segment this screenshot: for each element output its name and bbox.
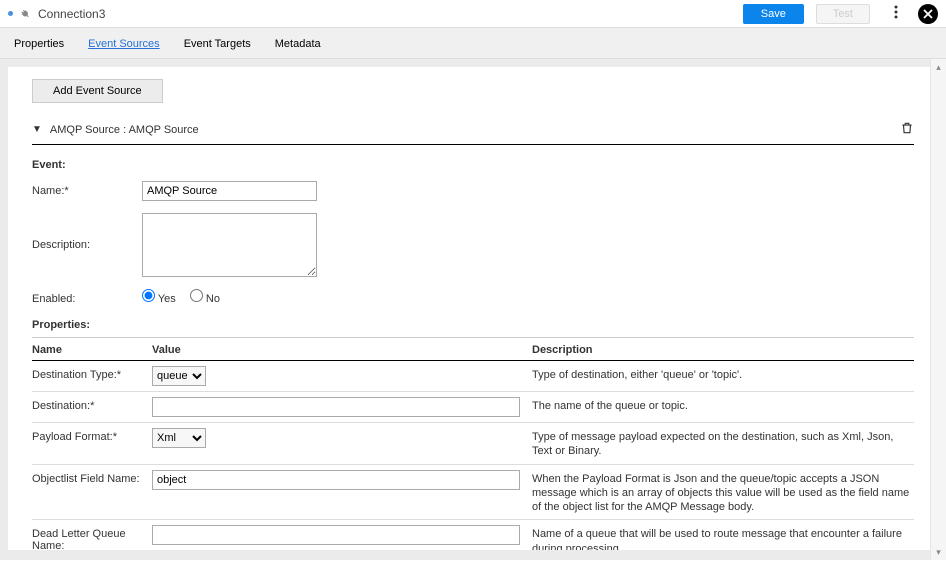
prop-name-payload-format: Payload Format:* — [32, 428, 152, 443]
col-header-description: Description — [532, 344, 914, 356]
enabled-label: Enabled: — [32, 289, 142, 305]
prop-name-destination-type: Destination Type:* — [32, 366, 152, 381]
description-label: Description: — [32, 213, 142, 251]
enabled-yes-option[interactable]: Yes — [142, 289, 176, 305]
prop-desc: When the Payload Format is Json and the … — [532, 470, 914, 515]
scrollbar[interactable]: ▴ ▾ — [930, 59, 946, 560]
prop-name-dlq: Dead Letter Queue Name: — [32, 525, 152, 550]
prop-desc: Type of message payload expected on the … — [532, 428, 914, 459]
enabled-no-option[interactable]: No — [190, 289, 220, 305]
add-event-source-button[interactable]: Add Event Source — [32, 79, 163, 103]
source-section-header: ▼ AMQP Source : AMQP Source — [32, 121, 914, 145]
row-name: Name:* — [32, 181, 914, 201]
unsaved-indicator-icon — [8, 11, 13, 16]
description-field[interactable] — [142, 213, 317, 277]
source-section-title: AMQP Source : AMQP Source — [50, 124, 892, 136]
prop-desc: Name of a queue that will be used to rou… — [532, 525, 914, 550]
objectlist-field-name-field[interactable] — [152, 470, 520, 490]
prop-desc: Type of destination, either 'queue' or '… — [532, 366, 914, 382]
payload-format-select[interactable]: Xml — [152, 428, 206, 448]
table-row: Objectlist Field Name: When the Payload … — [32, 465, 914, 521]
connection-icon — [15, 3, 36, 24]
test-button: Test — [816, 4, 870, 24]
tab-event-sources[interactable]: Event Sources — [88, 38, 160, 58]
col-header-name: Name — [32, 344, 152, 356]
name-field[interactable] — [142, 181, 317, 201]
enabled-no-text: No — [206, 293, 220, 305]
prop-desc: The name of the queue or topic. — [532, 397, 914, 413]
scroll-up-icon[interactable]: ▴ — [931, 59, 946, 75]
table-row: Destination:* The name of the queue or t… — [32, 392, 914, 423]
tab-metadata[interactable]: Metadata — [275, 38, 321, 58]
name-label: Name:* — [32, 181, 142, 197]
delete-source-icon[interactable] — [900, 121, 914, 138]
properties-heading: Properties: — [32, 319, 914, 331]
collapse-caret-icon[interactable]: ▼ — [32, 124, 42, 135]
destination-type-select[interactable]: queue — [152, 366, 206, 386]
col-header-value: Value — [152, 344, 532, 356]
enabled-yes-text: Yes — [158, 293, 176, 305]
table-row: Payload Format:* Xml Type of message pay… — [32, 423, 914, 465]
tab-close-area[interactable] — [141, 7, 155, 21]
tab-event-targets[interactable]: Event Targets — [184, 38, 251, 58]
page-title: Connection3 — [38, 7, 135, 21]
row-enabled: Enabled: Yes No — [32, 289, 914, 305]
prop-name-objectlist: Objectlist Field Name: — [32, 470, 152, 485]
title-bar: Connection3 Save Test — [0, 0, 946, 28]
save-button[interactable]: Save — [743, 4, 804, 24]
dead-letter-queue-field[interactable] — [152, 525, 520, 545]
more-menu-icon[interactable] — [886, 5, 906, 22]
scroll-down-icon[interactable]: ▾ — [931, 544, 946, 560]
tabs-bar: Properties Event Sources Event Targets M… — [0, 28, 946, 59]
table-row: Destination Type:* queue Type of destina… — [32, 361, 914, 392]
row-description: Description: — [32, 213, 914, 277]
content-outer: Add Event Source ▼ AMQP Source : AMQP So… — [0, 59, 946, 560]
event-heading: Event: — [32, 159, 914, 171]
tab-properties[interactable]: Properties — [14, 38, 64, 58]
enabled-no-radio[interactable] — [190, 289, 203, 302]
destination-field[interactable] — [152, 397, 520, 417]
table-row: Dead Letter Queue Name: Name of a queue … — [32, 520, 914, 550]
properties-header-row: Name Value Description — [32, 337, 914, 361]
close-icon[interactable] — [918, 4, 938, 24]
enabled-yes-radio[interactable] — [142, 289, 155, 302]
prop-name-destination: Destination:* — [32, 397, 152, 412]
content-panel: Add Event Source ▼ AMQP Source : AMQP So… — [8, 67, 938, 550]
